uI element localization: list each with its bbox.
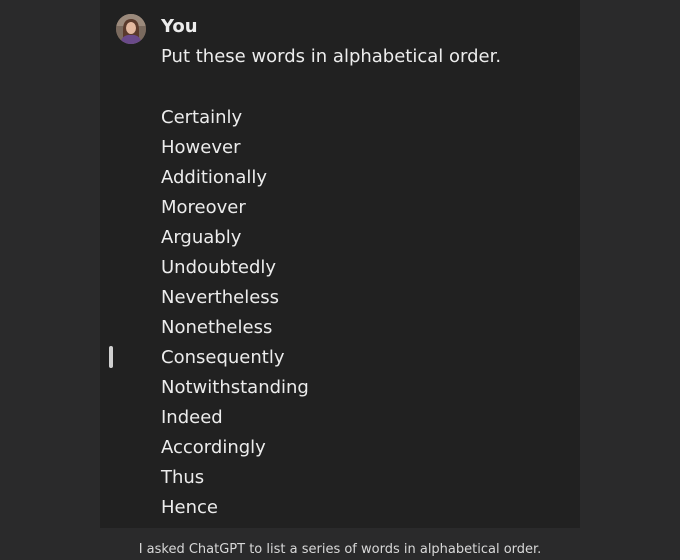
list-item: Nonetheless bbox=[161, 317, 273, 338]
list-item: Hence bbox=[161, 497, 218, 518]
list-item: Nevertheless bbox=[161, 287, 280, 308]
scroll-handle[interactable] bbox=[109, 346, 113, 368]
list-item: Accordingly bbox=[161, 437, 266, 458]
list-item: Consequently bbox=[161, 347, 285, 368]
word-list: Certainly However Additionally Moreover … bbox=[161, 106, 309, 526]
message-author: You bbox=[161, 16, 198, 37]
avatar-image bbox=[116, 14, 146, 44]
list-item: Additionally bbox=[161, 167, 268, 188]
list-item: Notwithstanding bbox=[161, 377, 309, 398]
user-avatar bbox=[116, 14, 146, 44]
list-item: Certainly bbox=[161, 107, 243, 128]
list-item: Indeed bbox=[161, 407, 223, 428]
list-item: Arguably bbox=[161, 227, 242, 248]
image-caption: I asked ChatGPT to list a series of word… bbox=[138, 542, 542, 557]
list-item: However bbox=[161, 137, 241, 158]
list-item: Undoubtedly bbox=[161, 257, 277, 278]
list-item: Thus bbox=[161, 467, 205, 488]
list-item: Moreover bbox=[161, 197, 246, 218]
user-prompt-text: Put these words in alphabetical order. bbox=[161, 46, 502, 67]
